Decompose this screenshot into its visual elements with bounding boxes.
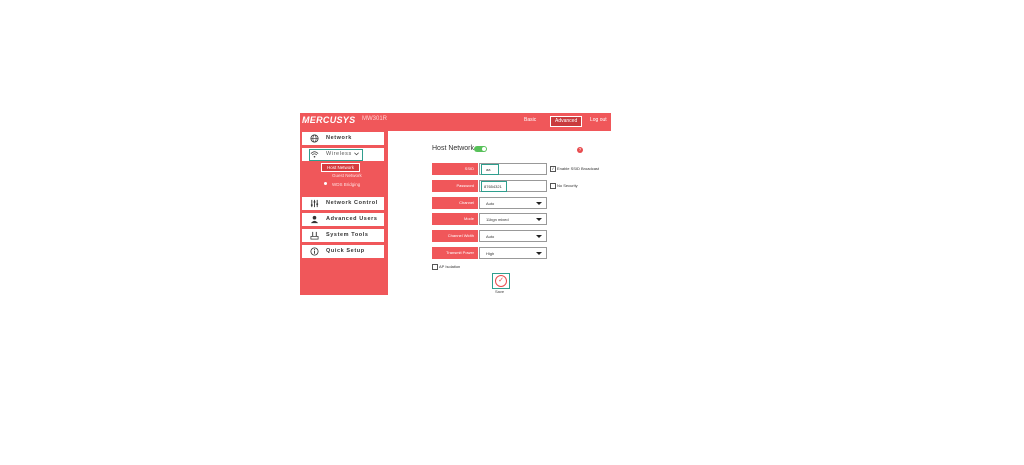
checkbox-checked-icon: ✓ <box>550 166 556 172</box>
mode-select[interactable]: 11bgn mixed <box>479 213 547 225</box>
sidebar: Network Wireless Host Network Guest Netw… <box>300 131 388 295</box>
sidebar-item-network-control[interactable]: Network Control <box>302 197 384 210</box>
model-name: MW301R <box>362 116 388 122</box>
save-highlight: ✓ <box>492 273 510 289</box>
logout-link[interactable]: Log out <box>586 116 611 125</box>
channel-label: Channel <box>432 197 478 209</box>
router-admin-app: MERCUSYS MW301R Basic Advanced Log out N… <box>300 113 611 295</box>
save-button[interactable]: ✓ <box>495 275 507 287</box>
wifi-icon <box>310 151 319 158</box>
no-security-label: No Security <box>557 183 578 189</box>
ap-isolation-label: AP Isolation <box>439 264 461 270</box>
toggle-knob <box>482 147 486 151</box>
enable-ssid-broadcast-label: Enable SSID Broadcast <box>557 166 600 172</box>
dropdown-arrow-icon <box>536 235 542 238</box>
enable-ssid-broadcast-checkbox[interactable]: ✓ Enable SSID Broadcast <box>550 166 599 172</box>
channel-row: Channel Auto <box>432 197 547 209</box>
sidebar-item-label: Quick Setup <box>326 248 365 254</box>
help-icon[interactable]: ? <box>577 147 583 153</box>
sidebar-item-label: Wireless <box>326 151 352 157</box>
channel-width-row: Channel Width Auto <box>432 230 547 242</box>
page-title: Host Network <box>432 145 475 152</box>
sidebar-item-advanced-users[interactable]: Advanced Users <box>302 213 384 226</box>
channel-width-value: Auto <box>486 234 495 239</box>
sliders-icon <box>310 199 319 208</box>
ssid-input[interactable]: aa <box>479 163 547 175</box>
no-security-checkbox[interactable]: No Security <box>550 183 578 189</box>
channel-value: Auto <box>486 201 495 206</box>
dropdown-arrow-icon <box>536 202 542 205</box>
sidebar-item-label: Advanced Users <box>326 216 378 222</box>
brand-logo: MERCUSYS <box>302 115 356 125</box>
sidebar-item-wireless[interactable]: Wireless <box>302 148 384 161</box>
info-icon <box>310 247 319 256</box>
tab-advanced[interactable]: Advanced <box>550 116 583 127</box>
dropdown-arrow-icon <box>536 252 542 255</box>
checkbox-unchecked-icon <box>432 264 438 270</box>
top-header: MERCUSYS MW301R Basic Advanced Log out <box>300 113 611 131</box>
chevron-down-icon <box>354 152 359 156</box>
ap-isolation-checkbox[interactable]: AP Isolation <box>432 264 460 270</box>
password-value: 87654321 <box>484 184 502 189</box>
sidebar-item-label: Network <box>326 135 352 141</box>
tools-icon <box>310 231 319 240</box>
sidebar-item-label: Network Control <box>326 200 378 206</box>
ssid-row: SSID aa <box>432 163 547 175</box>
mode-row: Mode 11bgn mixed <box>432 213 547 225</box>
sidebar-item-label: System Tools <box>326 232 369 238</box>
sidebar-item-system-tools[interactable]: System Tools <box>302 229 384 242</box>
sidebar-item-network[interactable]: Network <box>302 132 384 145</box>
password-input[interactable]: 87654321 <box>479 180 547 192</box>
dropdown-arrow-icon <box>536 218 542 221</box>
channel-select[interactable]: Auto <box>479 197 547 209</box>
tab-basic[interactable]: Basic <box>520 116 540 125</box>
sub-item-wds-bridging[interactable]: WDS Bridging <box>332 182 360 187</box>
transmit-power-label: Transmit Power <box>432 247 478 259</box>
sub-item-host-network[interactable]: Host Network <box>321 163 361 172</box>
sidebar-item-quick-setup[interactable]: Quick Setup <box>302 245 384 258</box>
mode-value: 11bgn mixed <box>486 217 509 222</box>
checkmark-icon: ✓ <box>498 277 504 284</box>
password-label: Password <box>432 180 478 192</box>
channel-width-label: Channel Width <box>432 230 478 242</box>
checkbox-unchecked-icon <box>550 183 556 189</box>
channel-width-select[interactable]: Auto <box>479 230 547 242</box>
transmit-power-value: High <box>486 251 495 256</box>
host-network-toggle[interactable] <box>474 146 487 152</box>
ssid-label: SSID <box>432 163 478 175</box>
user-icon <box>310 215 319 224</box>
mode-label: Mode <box>432 213 478 225</box>
password-row: Password 87654321 <box>432 180 547 192</box>
transmit-power-row: Transmit Power High <box>432 247 547 259</box>
ssid-value: aa <box>486 167 491 172</box>
sub-item-guest-network[interactable]: Guest Network <box>332 173 362 178</box>
active-bullet <box>324 182 327 185</box>
globe-icon <box>310 134 319 143</box>
transmit-power-select[interactable]: High <box>479 247 547 259</box>
save-label: Save <box>495 289 505 294</box>
